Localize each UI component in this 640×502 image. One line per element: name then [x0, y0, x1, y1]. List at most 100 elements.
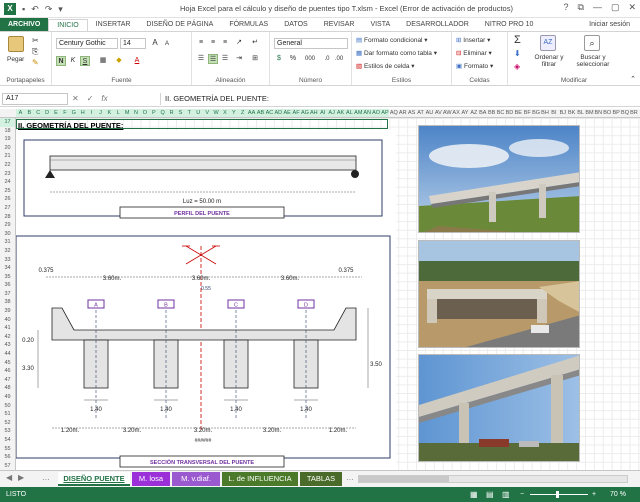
column-header[interactable]: AA — [247, 109, 257, 117]
formula-input[interactable]: II. GEOMETRÍA DEL PUENTE: — [160, 93, 630, 105]
clear-icon[interactable]: ◈ — [514, 62, 520, 71]
column-header[interactable]: BG — [532, 109, 541, 117]
undo-icon[interactable]: ↶ — [31, 4, 39, 15]
row-header[interactable]: 27 — [0, 204, 15, 213]
decrease-decimal-icon[interactable]: .00 — [334, 54, 344, 64]
thousands-button[interactable]: 000 — [302, 54, 318, 64]
row-header[interactable]: 45 — [0, 359, 15, 368]
zoom-slider[interactable] — [530, 494, 588, 495]
row-header[interactable]: 21 — [0, 152, 15, 161]
row-header[interactable]: 57 — [0, 462, 15, 470]
align-center-icon[interactable]: ☰ — [208, 54, 218, 64]
column-header[interactable]: B — [24, 109, 34, 117]
row-header[interactable]: 17 — [0, 118, 15, 127]
column-header[interactable]: BB — [487, 109, 496, 117]
row-header[interactable]: 30 — [0, 230, 15, 239]
format-cells-button[interactable]: ▣ Formato ▾ — [456, 62, 493, 70]
column-header[interactable]: W — [211, 109, 221, 117]
more-sheets-icon[interactable]: … — [346, 473, 354, 482]
row-header[interactable]: 32 — [0, 247, 15, 256]
paste-icon[interactable] — [8, 36, 24, 52]
row-header[interactable]: 38 — [0, 298, 15, 307]
column-header[interactable]: Y — [229, 109, 239, 117]
bold-button[interactable]: N — [56, 56, 66, 66]
column-header[interactable]: AZ — [469, 109, 478, 117]
column-header[interactable]: BD — [505, 109, 514, 117]
cut-icon[interactable]: ✂ — [32, 36, 39, 45]
column-header[interactable]: BI — [549, 109, 558, 117]
column-header[interactable]: AV — [434, 109, 443, 117]
row-header[interactable]: 39 — [0, 307, 15, 316]
column-header[interactable]: AU — [425, 109, 434, 117]
column-header[interactable]: G — [69, 109, 79, 117]
column-header[interactable]: AY — [461, 109, 470, 117]
column-header[interactable]: A — [16, 109, 25, 117]
orientation-icon[interactable]: ↗ — [234, 38, 244, 48]
sheet-tab-l-influencia[interactable]: L. de INFLUENCIA — [222, 472, 298, 486]
tab-page-layout[interactable]: DISEÑO DE PÁGINA — [138, 18, 221, 32]
column-header[interactable]: X — [220, 109, 230, 117]
close-icon[interactable]: ✕ — [628, 2, 636, 13]
row-header[interactable]: 55 — [0, 445, 15, 454]
page-layout-view-icon[interactable]: ▤ — [486, 487, 494, 502]
column-header[interactable]: AB — [256, 109, 265, 117]
align-left-icon[interactable]: ☰ — [196, 54, 206, 64]
row-header[interactable]: 56 — [0, 453, 15, 462]
column-header[interactable]: AH — [309, 109, 319, 117]
column-header[interactable]: BM — [585, 109, 594, 117]
zoom-level[interactable]: 70 % — [610, 487, 626, 502]
tab-insert[interactable]: INSERTAR — [88, 18, 139, 32]
font-family-select[interactable]: Century Gothic — [56, 38, 118, 49]
copy-icon[interactable]: ⎘ — [32, 47, 38, 57]
sort-filter-button[interactable]: Ordenar y filtrar — [534, 54, 564, 68]
row-header[interactable]: 24 — [0, 178, 15, 187]
cancel-icon[interactable]: ✕ — [72, 93, 79, 105]
column-header[interactable]: AQ — [389, 109, 398, 117]
row-header[interactable]: 29 — [0, 221, 15, 230]
align-bottom-icon[interactable]: ≡ — [220, 38, 230, 48]
sheet-tab-m-v-diaf[interactable]: M. v.diaf. — [172, 472, 220, 486]
column-header[interactable]: AI — [318, 109, 328, 117]
sign-in-link[interactable]: Iniciar sesión — [589, 21, 630, 28]
row-header[interactable]: 19 — [0, 135, 15, 144]
row-header[interactable]: 33 — [0, 256, 15, 265]
increase-decimal-icon[interactable]: .0 — [322, 54, 332, 64]
cell-styles-button[interactable]: ▧ Estilos de celda ▾ — [356, 62, 415, 70]
row-header[interactable]: 54 — [0, 436, 15, 445]
column-header[interactable]: BQ — [621, 109, 630, 117]
column-header[interactable]: AC — [264, 109, 274, 117]
row-header[interactable]: 26 — [0, 195, 15, 204]
font-color-icon[interactable]: A — [132, 56, 142, 66]
column-header[interactable]: BC — [496, 109, 505, 117]
align-top-icon[interactable]: ≡ — [196, 38, 206, 48]
column-header[interactable]: BL — [576, 109, 585, 117]
maximize-icon[interactable]: ▢ — [611, 2, 620, 13]
column-header[interactable]: J — [96, 109, 105, 117]
column-header[interactable]: V — [202, 109, 212, 117]
insert-cells-button[interactable]: ⊞ Insertar ▾ — [456, 36, 490, 44]
column-header[interactable]: BE — [514, 109, 523, 117]
row-header[interactable]: 37 — [0, 290, 15, 299]
scrollbar-thumb[interactable] — [359, 476, 449, 482]
column-header[interactable]: AG — [300, 109, 310, 117]
column-header[interactable]: BK — [567, 109, 576, 117]
row-header[interactable]: 51 — [0, 410, 15, 419]
tab-developer[interactable]: DESARROLLADOR — [398, 18, 477, 32]
shrink-font-button[interactable]: A — [162, 39, 172, 49]
row-header[interactable]: 42 — [0, 333, 15, 342]
column-header[interactable]: BA — [478, 109, 487, 117]
row-header[interactable]: 23 — [0, 170, 15, 179]
tab-data[interactable]: DATOS — [276, 18, 315, 32]
column-header[interactable]: AR — [398, 109, 407, 117]
column-header[interactable]: U — [193, 109, 203, 117]
column-header[interactable]: N — [131, 109, 141, 117]
column-header[interactable]: Z — [238, 109, 248, 117]
column-header[interactable]: P — [149, 109, 159, 117]
help-icon[interactable]: ? — [563, 2, 568, 13]
percent-button[interactable]: % — [288, 54, 298, 64]
row-header[interactable]: 36 — [0, 281, 15, 290]
column-header[interactable]: AK — [336, 109, 345, 117]
row-header[interactable]: 34 — [0, 264, 15, 273]
row-header[interactable]: 31 — [0, 238, 15, 247]
column-header[interactable]: BR — [629, 109, 638, 117]
